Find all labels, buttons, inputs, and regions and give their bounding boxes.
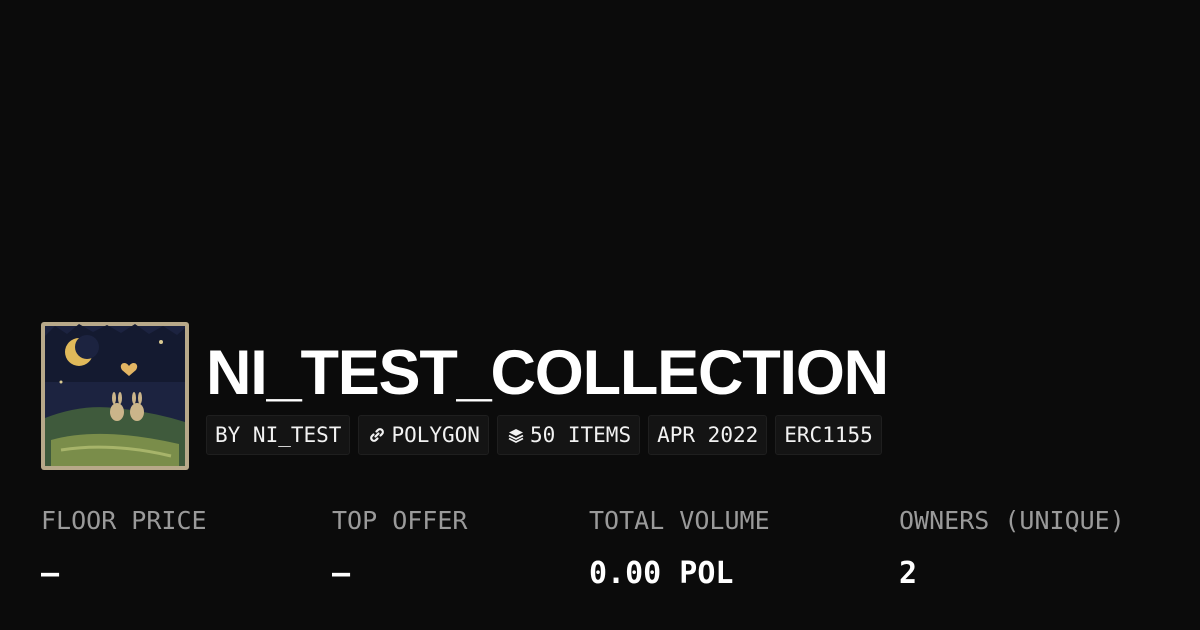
collection-badges: BY NI_TEST POLYGON 50 ITEMS APR 2022 ERC… [206,415,882,455]
stat-label: FLOOR PRICE [41,506,207,535]
chain-badge[interactable]: POLYGON [358,415,489,455]
stat-label: TOP OFFER [332,506,468,535]
collection-thumbnail[interactable] [41,322,189,470]
stat-label: TOTAL VOLUME [589,506,770,535]
collection-title: NI_TEST_COLLECTION [206,338,889,408]
token-standard-badge: ERC1155 [775,415,882,455]
stat-floor-price: FLOOR PRICE – [41,505,207,592]
items-count-label: 50 ITEMS [529,423,632,447]
collection-card: NI_TEST_COLLECTION BY NI_TEST POLYGON 50… [0,0,1200,630]
created-date-label: APR 2022 [657,423,759,447]
stat-label: OWNERS (UNIQUE) [899,506,1125,535]
layers-icon [506,425,526,445]
stat-value: 2 [899,556,918,591]
token-standard-label: ERC1155 [784,423,873,447]
collection-artwork-image [41,322,189,470]
stat-top-offer: TOP OFFER – [332,505,467,592]
stat-value: 0.00 POL [589,556,734,591]
chain-link-icon [367,425,387,445]
creator-badge-label: BY NI_TEST [215,423,342,447]
stat-owners-unique: OWNERS (UNIQUE) 2 [899,505,1125,592]
chain-badge-label: POLYGON [391,423,480,447]
items-count-badge[interactable]: 50 ITEMS [496,415,641,455]
stat-value: – [332,556,351,591]
created-date-badge: APR 2022 [648,415,768,455]
stat-value: – [41,556,60,591]
creator-badge[interactable]: BY NI_TEST [206,415,351,455]
stat-total-volume: TOTAL VOLUME 0.00 POL [589,505,770,592]
